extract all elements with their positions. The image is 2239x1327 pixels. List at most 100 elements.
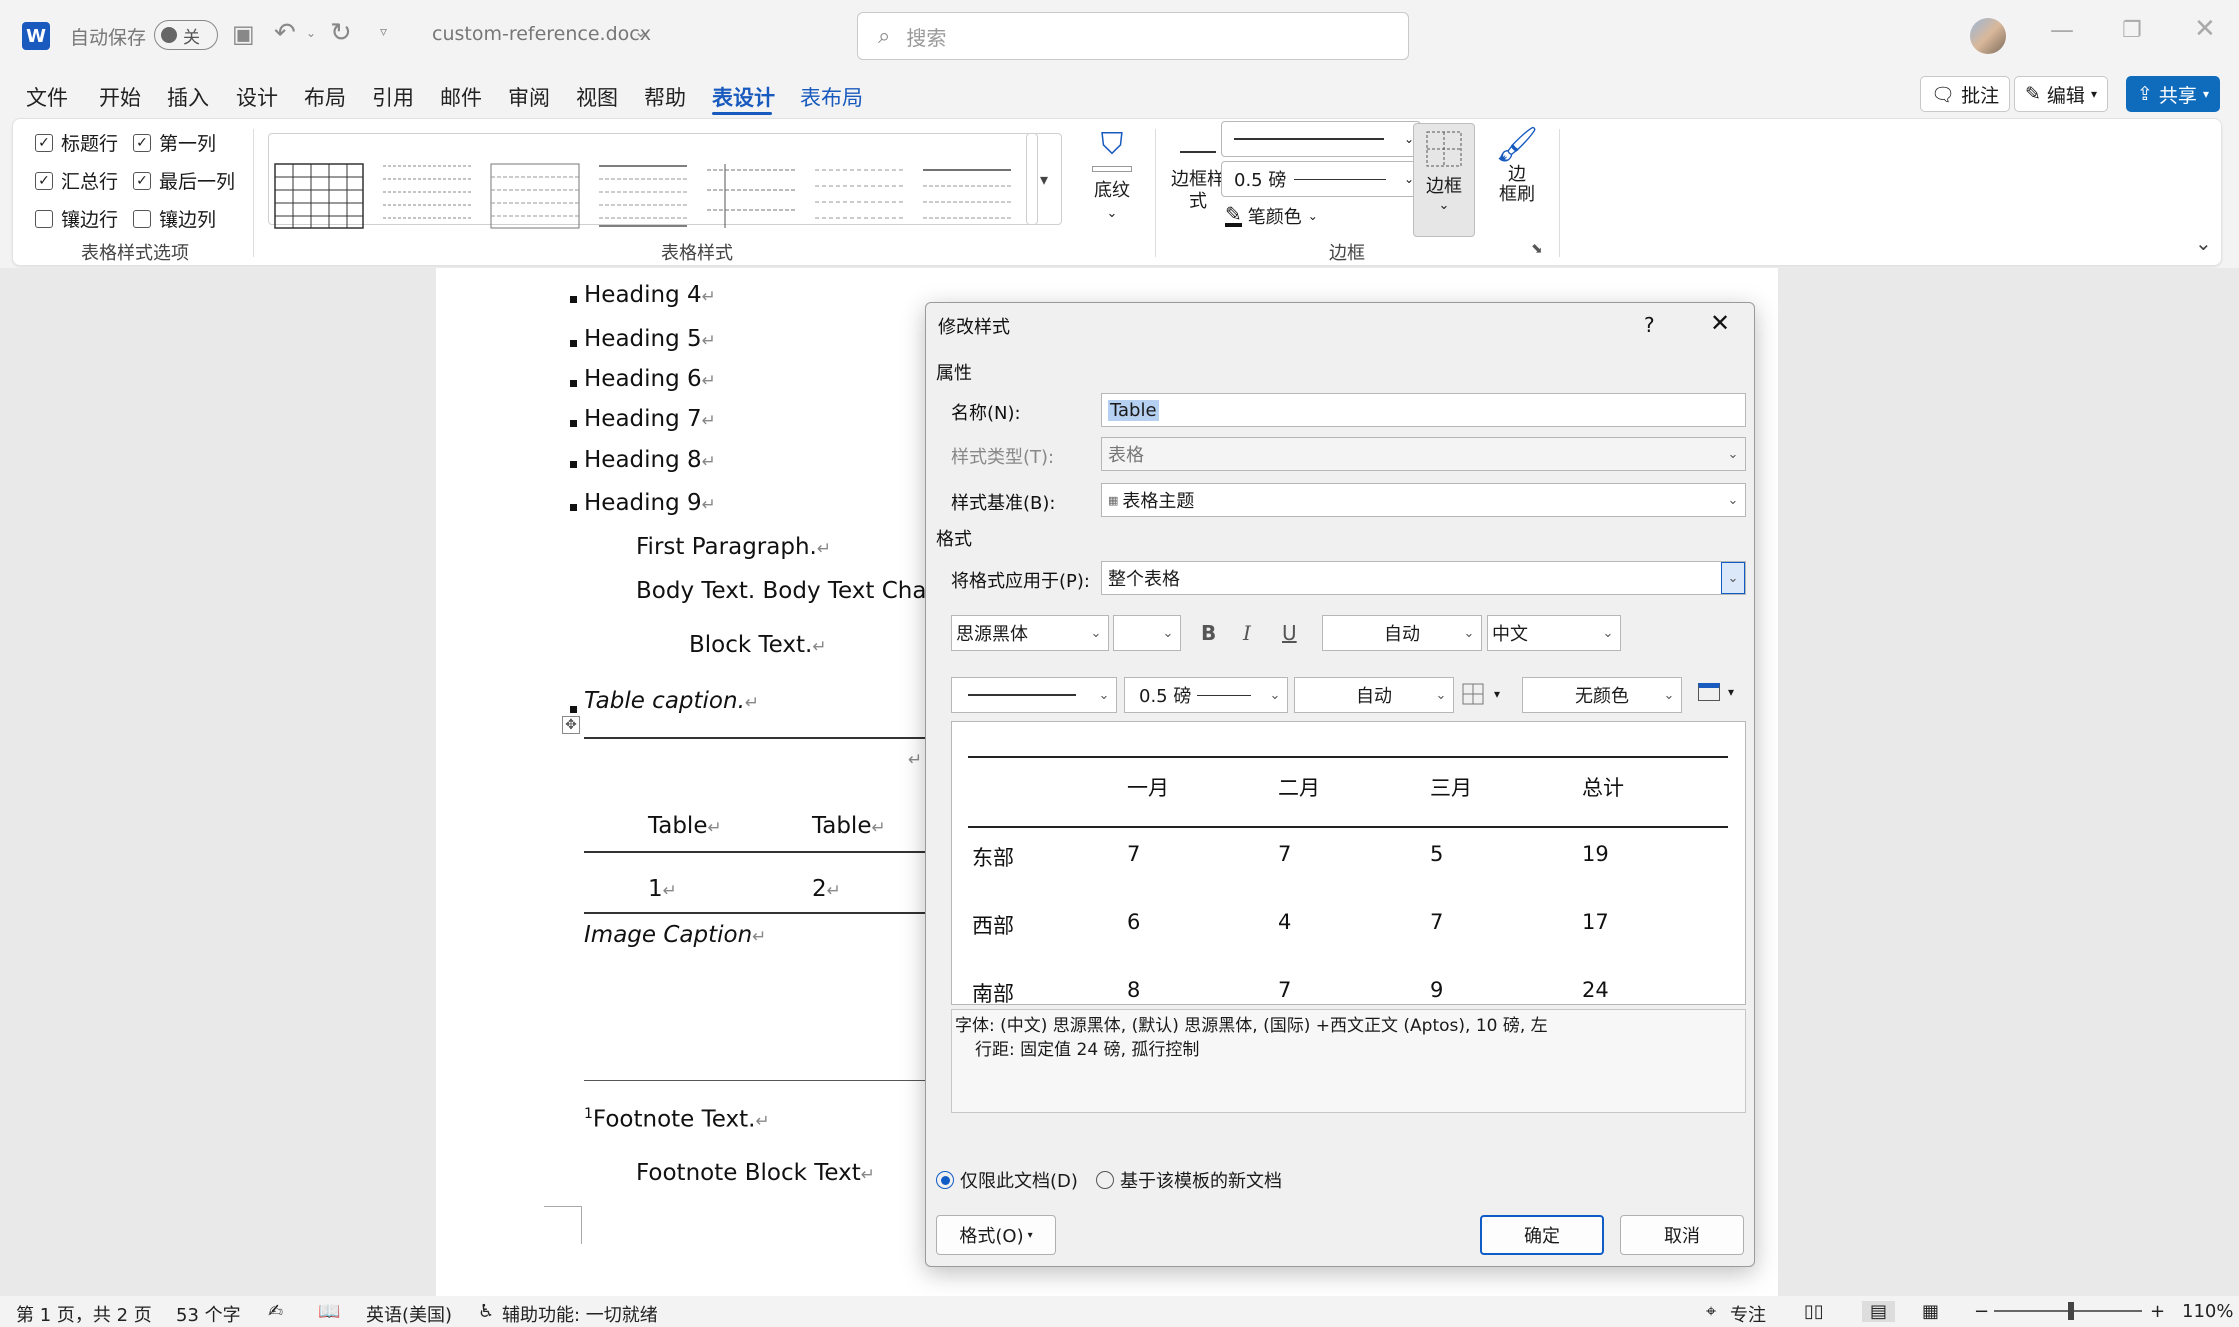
heading-6[interactable]: Heading 6↵ (584, 366, 716, 392)
focus-mode-label[interactable]: 专注 (1730, 1301, 1766, 1327)
tab-mailings[interactable]: 邮件 (440, 82, 482, 112)
ok-button[interactable]: 确定 (1480, 1215, 1604, 1255)
language-status[interactable]: 英语(美国) (366, 1301, 452, 1327)
table-caption[interactable]: Table caption.↵ (584, 688, 759, 714)
block-text[interactable]: Block Text.↵ (689, 632, 827, 658)
share-button[interactable]: ⇪ 共享 ▾ (2126, 76, 2220, 112)
comments-button[interactable]: 🗨 批注 (1920, 76, 2011, 112)
italic-button[interactable]: I (1243, 621, 1251, 645)
table-data-cell[interactable]: 1↵ (648, 876, 677, 902)
table-style-thumb-header[interactable] (921, 160, 1015, 232)
borders-button[interactable]: 边框 ⌄ (1413, 123, 1475, 237)
banded-rows-checkbox[interactable]: 镶边行 (35, 205, 118, 232)
font-color-select[interactable]: 自动 ⌄ (1322, 615, 1482, 651)
only-this-document-radio[interactable]: 仅限此文档(D) (936, 1167, 1078, 1193)
cancel-button[interactable]: 取消 (1620, 1215, 1744, 1255)
accessibility-icon[interactable]: ♿ (478, 1301, 494, 1322)
minimize-icon[interactable]: — (2050, 16, 2074, 44)
heading-7[interactable]: Heading 7↵ (584, 406, 716, 432)
heading-9[interactable]: Heading 9↵ (584, 490, 716, 516)
tab-home[interactable]: 开始 (99, 82, 141, 112)
bold-button[interactable]: B (1201, 621, 1216, 645)
pen-color-button[interactable]: ✎ 笔颜色 ⌄ (1225, 203, 1318, 229)
name-field[interactable]: Table (1101, 393, 1746, 427)
footnote-text[interactable]: 1Footnote Text.↵ (584, 1106, 770, 1133)
undo-icon[interactable]: ↶ (274, 18, 296, 48)
redo-icon[interactable]: ↻ (330, 18, 352, 48)
read-mode-icon[interactable]: ▯▯ (1804, 1301, 1824, 1322)
table-style-thumb-lines[interactable] (597, 160, 691, 232)
zoom-level[interactable]: 110% (2182, 1301, 2233, 1322)
table-header-cell[interactable]: Table↵ (648, 813, 722, 839)
tab-insert[interactable]: 插入 (167, 82, 209, 112)
image-caption[interactable]: Image Caption↵ (584, 922, 766, 948)
page-count[interactable]: 第 1 页，共 2 页 (16, 1301, 152, 1327)
line-weight-select[interactable]: 0.5 磅 ⌄ (1221, 161, 1421, 197)
total-row-checkbox[interactable]: ✓ 汇总行 (35, 167, 118, 194)
save-icon[interactable]: ▣ (232, 20, 255, 48)
read-mode-book-icon[interactable]: 📖 (318, 1301, 340, 1322)
autosave-toggle[interactable]: 关 (154, 20, 218, 50)
font-size-select[interactable]: ⌄ (1113, 615, 1181, 651)
header-row-checkbox[interactable]: ✓ 标题行 (35, 129, 118, 156)
footnote-block-text[interactable]: Footnote Block Text↵ (636, 1160, 875, 1186)
zoom-out-icon[interactable]: − (1974, 1301, 1989, 1322)
banded-columns-checkbox[interactable]: 镶边列 (133, 205, 216, 232)
underline-button[interactable]: U (1282, 621, 1297, 645)
tab-table-layout[interactable]: 表布局 (800, 82, 863, 112)
heading-8[interactable]: Heading 8↵ (584, 447, 716, 473)
table-style-thumb-minimal[interactable] (813, 160, 907, 232)
script-select[interactable]: 中文 ⌄ (1487, 615, 1621, 651)
web-layout-icon[interactable]: ▦ (1922, 1301, 1939, 1322)
table-move-handle-icon[interactable]: ✥ (562, 716, 580, 734)
table-style-thumb-light-grid[interactable] (381, 160, 475, 232)
collapse-ribbon-icon[interactable]: ⌄ (2195, 231, 2212, 255)
dialog-launcher-icon[interactable]: ⬊ (1531, 241, 1543, 257)
gallery-more-button[interactable]: ▾ (1026, 133, 1062, 225)
last-column-checkbox[interactable]: ✓ 最后一列 (133, 167, 235, 194)
first-column-checkbox[interactable]: ✓ 第一列 (133, 129, 216, 156)
undo-dropdown-icon[interactable]: ⌄ (306, 26, 316, 40)
tab-layout[interactable]: 布局 (304, 82, 346, 112)
table-style-thumb-plain[interactable] (489, 160, 583, 232)
border-weight-select[interactable]: 0.5 磅 ⌄ (1124, 677, 1288, 713)
borders-button[interactable]: ▾ (1462, 683, 1500, 705)
shading-button[interactable]: ⛉ 底纹 ⌄ (1075, 127, 1149, 237)
close-icon[interactable]: ✕ (1710, 309, 1730, 337)
heading-4[interactable]: Heading 4↵ (584, 282, 716, 308)
text-predictions-icon[interactable]: ✍ (268, 1301, 283, 1322)
print-layout-icon[interactable]: ▤ (1862, 1301, 1896, 1322)
first-paragraph[interactable]: First Paragraph.↵ (636, 534, 831, 560)
border-painter-button[interactable]: 🖌 边 框刷 (1485, 125, 1549, 237)
border-color-select[interactable]: 自动 ⌄ (1294, 677, 1454, 713)
new-documents-radio[interactable]: 基于该模板的新文档 (1096, 1167, 1282, 1193)
font-select[interactable]: 思源黑体 ⌄ (951, 615, 1109, 651)
tab-review[interactable]: 审阅 (508, 82, 550, 112)
document-filename[interactable]: custom-reference.docx (432, 23, 651, 45)
word-count[interactable]: 53 个字 (176, 1301, 241, 1327)
shading-select[interactable]: 无颜色 ⌄ (1522, 677, 1682, 713)
restore-icon[interactable]: ❐ (2122, 18, 2142, 43)
avatar[interactable] (1970, 18, 2006, 54)
search-box[interactable]: ⌕ 搜索 (857, 12, 1409, 60)
tab-design[interactable]: 设计 (236, 82, 278, 112)
table-header-cell[interactable]: Table↵ (812, 813, 886, 839)
table-properties-button[interactable]: ▾ (1698, 683, 1734, 701)
tab-file[interactable]: 文件 (26, 82, 68, 112)
zoom-in-icon[interactable]: + (2150, 1301, 2165, 1322)
table-style-thumb-grid[interactable] (273, 160, 367, 232)
tab-table-design[interactable]: 表设计 (712, 82, 775, 112)
accessibility-status[interactable]: 辅助功能: 一切就绪 (502, 1301, 658, 1327)
zoom-slider[interactable] (1994, 1302, 2142, 1320)
filename-chevron-icon[interactable]: ⌄ (634, 22, 647, 41)
table-style-thumb-column[interactable] (705, 160, 799, 232)
table-data-cell[interactable]: 2↵ (812, 876, 841, 902)
based-on-select[interactable]: ▦ 表格主题 ⌄ (1101, 483, 1746, 517)
tab-view[interactable]: 视图 (576, 82, 618, 112)
focus-icon[interactable]: ⌖ (1706, 1301, 1716, 1322)
customize-qat-icon[interactable]: ▿ (380, 24, 387, 40)
close-window-icon[interactable]: ✕ (2194, 14, 2216, 44)
tab-help[interactable]: 帮助 (644, 82, 686, 112)
apply-to-select[interactable]: 整个表格 ⌄ (1101, 561, 1746, 595)
body-text[interactable]: Body Text. Body Text Char. (636, 578, 941, 604)
